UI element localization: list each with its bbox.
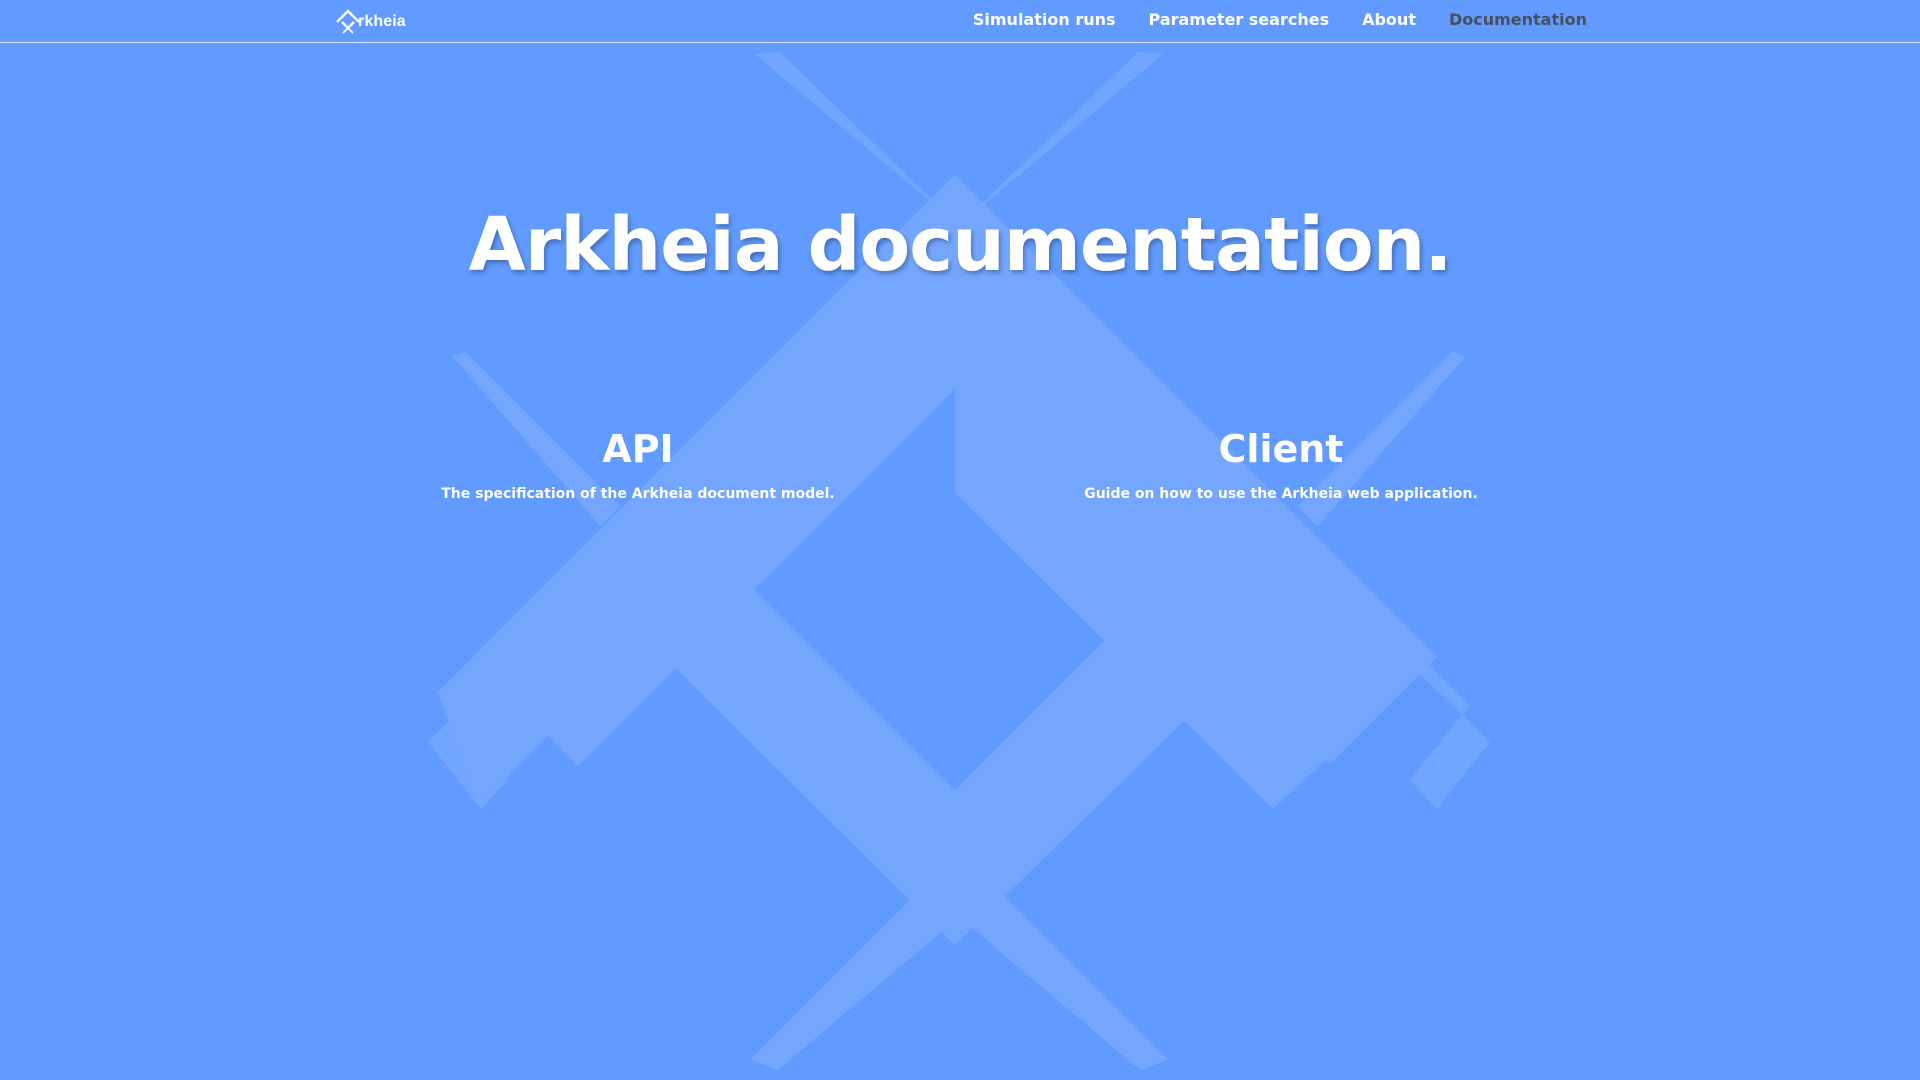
api-card-title[interactable]: API: [408, 424, 868, 474]
top-navbar: rkheia Simulation runs Parameter searche…: [0, 0, 1920, 43]
nav-simulation-runs[interactable]: Simulation runs: [973, 10, 1116, 29]
nav-documentation[interactable]: Documentation: [1449, 10, 1587, 29]
docs-page: rkheia Simulation runs Parameter searche…: [0, 0, 1920, 1080]
main-nav: Simulation runs Parameter searches About…: [973, 10, 1587, 29]
api-docs-card[interactable]: API The specification of the Arkheia doc…: [408, 424, 868, 504]
client-card-description: Guide on how to use the Arkheia web appl…: [1051, 484, 1511, 504]
arkheia-watermark-logo: [0, 0, 1920, 1080]
nav-parameter-searches[interactable]: Parameter searches: [1149, 10, 1330, 29]
client-docs-card[interactable]: Client Guide on how to use the Arkheia w…: [1051, 424, 1511, 504]
client-card-title[interactable]: Client: [1051, 424, 1511, 474]
brand-link[interactable]: rkheia: [334, 9, 406, 35]
page-title: Arkheia documentation.: [0, 202, 1920, 288]
nav-about[interactable]: About: [1362, 10, 1416, 29]
api-card-description: The specification of the Arkheia documen…: [408, 484, 868, 504]
brand-text: rkheia: [358, 13, 406, 31]
